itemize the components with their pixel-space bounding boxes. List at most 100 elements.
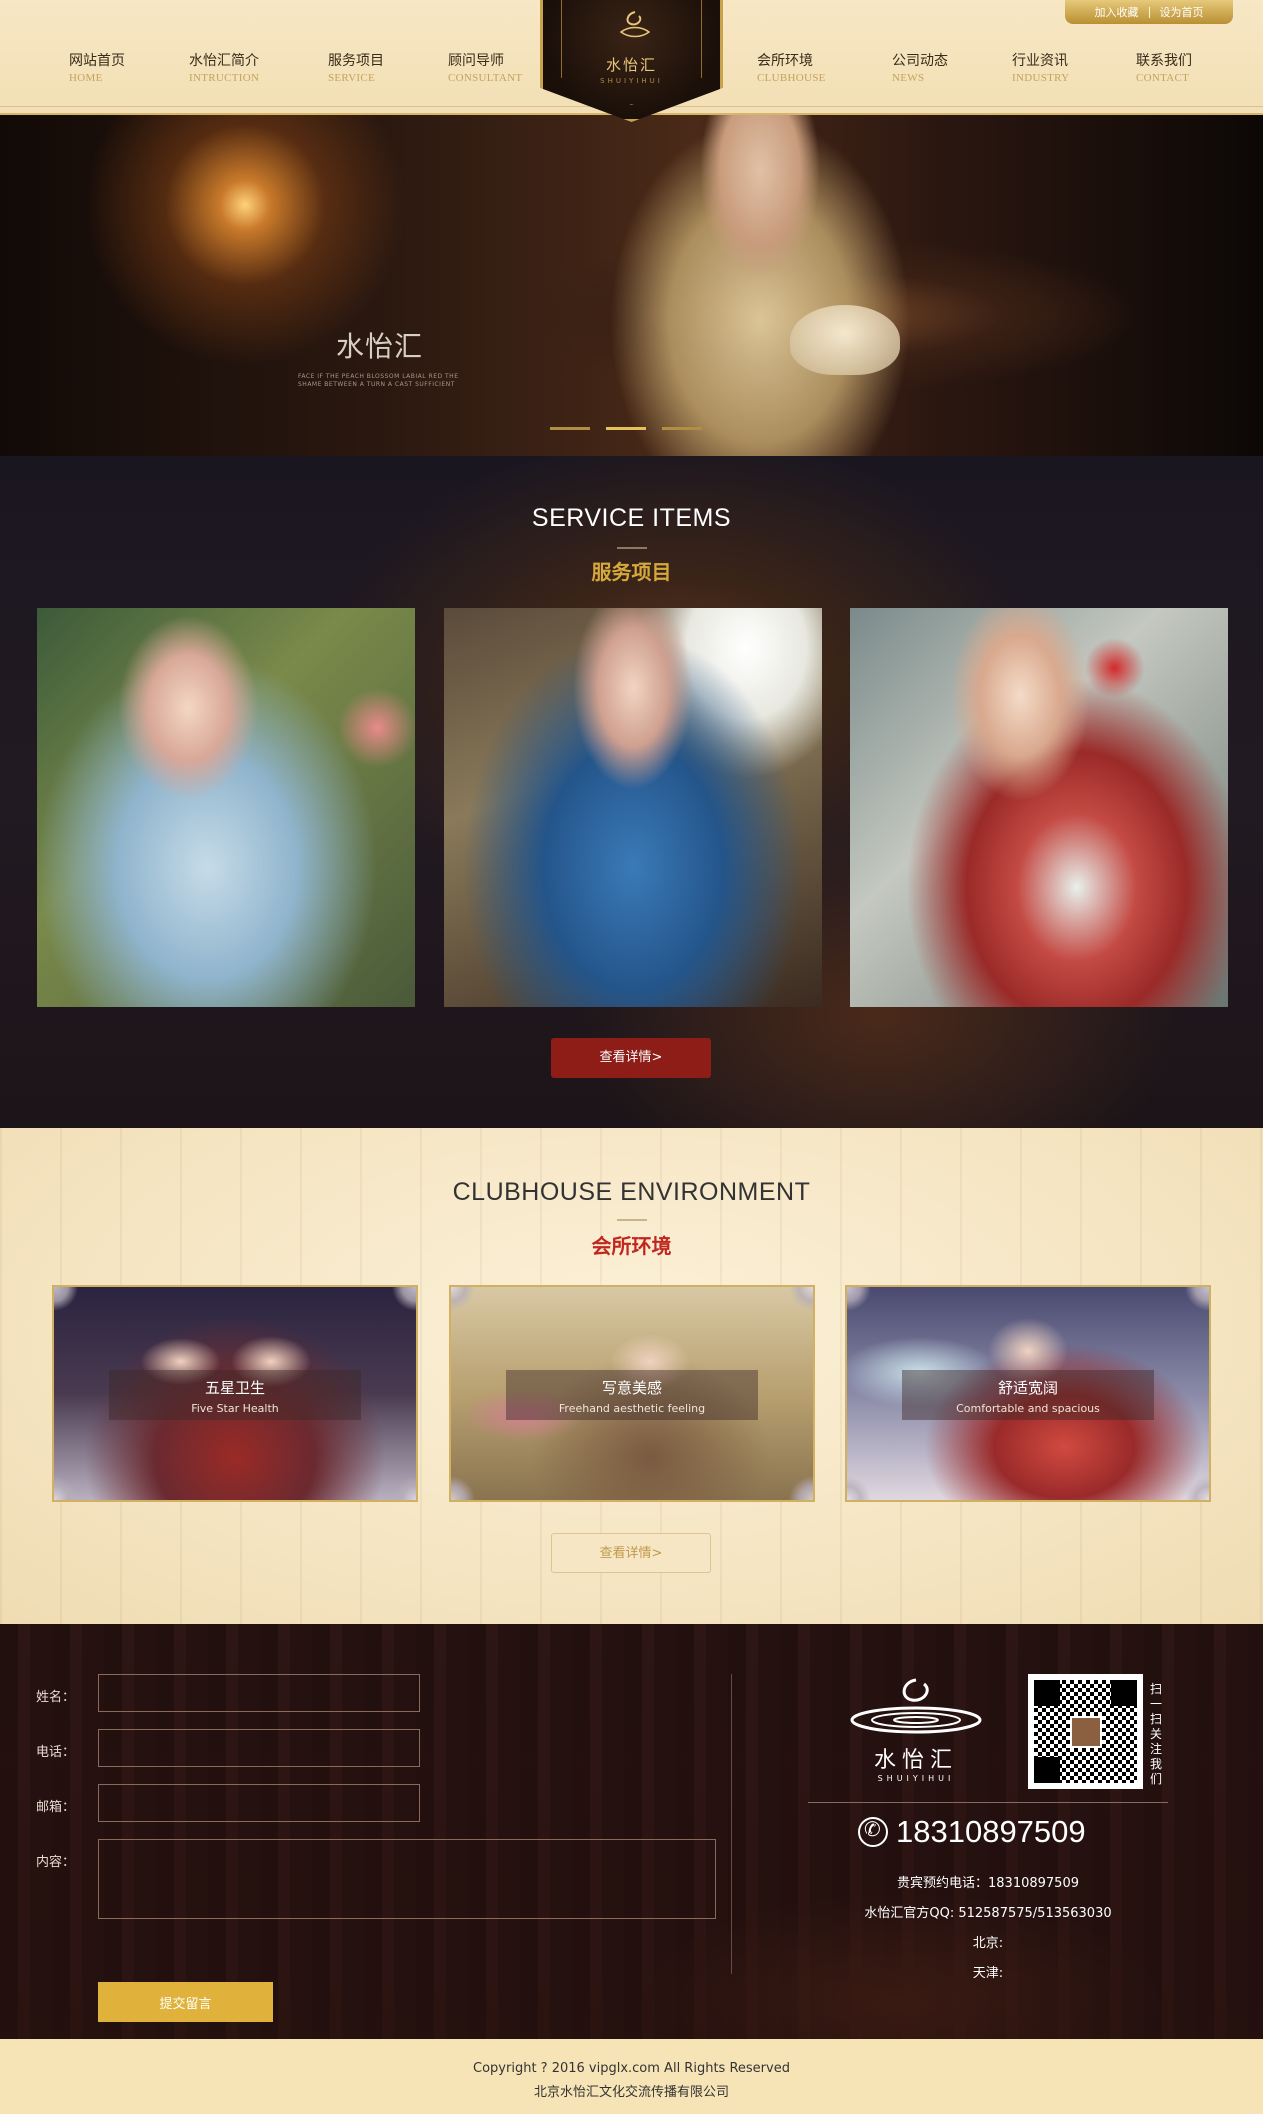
clubhouse-section: CLUBHOUSE ENVIRONMENT 会所环境 五星卫生 Five Sta…	[0, 1128, 1263, 1624]
nav-label-cn: 水怡汇简介	[189, 53, 259, 69]
nav-label-en: CONTACT	[1136, 72, 1190, 84]
company-name: 北京水怡汇文化交流传播有限公司	[533, 2085, 729, 2100]
logo-swirl-icon	[850, 1678, 982, 1734]
name-input[interactable]	[98, 1674, 420, 1712]
club-caption-sub: Five Star Health	[191, 1402, 279, 1415]
ornament-corner	[54, 1287, 88, 1321]
nav-label-en: SERVICE	[328, 72, 376, 84]
club-card[interactable]: 舒适宽阔 Comfortable and spacious	[845, 1285, 1211, 1502]
carousel-dot[interactable]	[662, 427, 702, 430]
ornament-corner	[779, 1466, 813, 1500]
submit-message-button[interactable]: 提交留言	[98, 1982, 273, 2022]
logo-name: 水怡汇	[605, 56, 657, 74]
tianjin-text: 天津:	[972, 1966, 1004, 1981]
phone-label: 电话：	[36, 1745, 76, 1760]
footer-logo-sub: SHUIYIHUI	[877, 1774, 955, 1783]
phone-number: 18310897509	[896, 1814, 1086, 1849]
carousel-indicators	[550, 427, 702, 430]
club-detail-button[interactable]: 查看详情>	[551, 1533, 711, 1573]
footer-logo: 水怡汇 SHUIYIHUI	[846, 1674, 986, 1789]
content-row: 内容：	[36, 1839, 716, 1919]
ornament-corner	[451, 1466, 485, 1500]
nav-label-en: HOME	[69, 72, 103, 84]
service-card[interactable]	[850, 608, 1228, 1007]
club-title-cn: 会所环境	[591, 1234, 672, 1258]
nav-item-clubhouse[interactable]: 会所环境 CLUBHOUSE	[757, 50, 877, 84]
topbar: 加入收藏 设为首页	[1065, 0, 1233, 24]
hero-title: 水怡汇	[336, 330, 424, 363]
hero-model-image	[600, 115, 920, 456]
logo-swirl-icon	[619, 11, 651, 38]
phone-row: 电话：	[36, 1729, 420, 1767]
carousel-dot[interactable]	[550, 427, 590, 430]
service-photo	[850, 608, 1228, 1007]
hero-subtitle: FACE IF THE PEACH BLOSSOM LABIAL RED THE…	[298, 373, 459, 388]
copyright-bar: Copyright ? 2016 vipglx.com All Rights R…	[0, 2039, 1263, 2114]
title-divider	[617, 1219, 647, 1221]
email-label: 邮箱：	[36, 1800, 76, 1815]
nav-item-intro[interactable]: 水怡汇简介 INTRUCTION	[189, 50, 309, 84]
ornament-corner	[779, 1287, 813, 1321]
nav-label-en: INTRUCTION	[189, 72, 260, 84]
club-title-en: CLUBHOUSE ENVIRONMENT	[452, 1178, 811, 1206]
ornament-corner	[1175, 1287, 1209, 1321]
email-row: 邮箱：	[36, 1784, 420, 1822]
phone-input[interactable]	[98, 1729, 420, 1767]
ornament-corner	[847, 1287, 881, 1321]
nav-item-home[interactable]: 网站首页 HOME	[69, 50, 189, 84]
ornament-corner	[382, 1466, 416, 1500]
nav-label-en: CLUBHOUSE	[757, 72, 826, 84]
nav-label-en: INDUSTRY	[1012, 72, 1070, 84]
qr-code	[1028, 1674, 1143, 1789]
service-card[interactable]	[444, 608, 822, 1007]
club-caption-title: 舒适宽阔	[997, 1379, 1058, 1397]
email-input[interactable]	[98, 1784, 420, 1822]
service-photo	[444, 608, 822, 1007]
qr-label: 扫一扫关注我们	[1150, 1682, 1163, 1786]
nav-label-cn: 行业资讯	[1012, 53, 1068, 69]
service-section: SERVICE ITEMS 服务项目 查看详情>	[0, 456, 1263, 1128]
service-title-en: SERVICE ITEMS	[531, 504, 732, 532]
service-detail-button[interactable]: 查看详情>	[551, 1038, 711, 1078]
nav-label-cn: 联系我们	[1136, 53, 1192, 69]
ornament-corner	[1175, 1466, 1209, 1500]
vertical-divider	[731, 1674, 732, 1974]
ornament-corner	[54, 1466, 88, 1500]
club-card[interactable]: 五星卫生 Five Star Health	[52, 1285, 418, 1502]
club-caption-title: 写意美感	[601, 1379, 662, 1397]
site-logo[interactable]: 水怡汇 SHUIYIHUI	[540, 0, 723, 122]
content-textarea[interactable]	[98, 1839, 716, 1919]
reserve-phone-text: 贵宾预约电话：18310897509	[897, 1876, 1079, 1891]
name-label: 姓名：	[36, 1690, 76, 1705]
topbar-divider	[1148, 6, 1150, 18]
footer-logo-name: 水怡汇	[873, 1748, 958, 1773]
beijing-text: 北京:	[972, 1936, 1004, 1951]
club-caption-sub: Comfortable and spacious	[956, 1402, 1100, 1415]
nav-label-cn: 服务项目	[328, 53, 384, 69]
ornament-corner	[847, 1466, 881, 1500]
hero-banner[interactable]: 水怡汇 FACE IF THE PEACH BLOSSOM LABIAL RED…	[0, 115, 1263, 456]
service-title-cn: 服务项目	[591, 560, 672, 584]
club-caption-title: 五星卫生	[204, 1379, 265, 1397]
logo-sub: SHUIYIHUI	[600, 77, 663, 85]
club-card[interactable]: 写意美感 Freehand aesthetic feeling	[449, 1285, 815, 1502]
qq-text: 水怡汇官方QQ: 512587575/513563030	[864, 1906, 1112, 1921]
nav-item-industry[interactable]: 行业资讯 INDUSTRY	[1012, 50, 1132, 84]
contact-section: 姓名： 电话： 邮箱： 内容： 提交留言 水怡汇 SHUIYIHUI 扫一扫关注…	[0, 1624, 1263, 2039]
content-label: 内容：	[36, 1855, 76, 1870]
info-divider	[808, 1802, 1168, 1803]
nav-label-cn: 会所环境	[757, 53, 813, 69]
ornament-corner	[382, 1287, 416, 1321]
phone-display: 18310897509	[858, 1814, 1086, 1850]
nav-item-news[interactable]: 公司动态 NEWS	[892, 50, 1012, 84]
set-homepage-link[interactable]: 设为首页	[1160, 4, 1204, 20]
add-favorite-link[interactable]: 加入收藏	[1095, 4, 1139, 20]
carousel-dot-active[interactable]	[606, 427, 646, 430]
nav-label-cn: 网站首页	[69, 53, 125, 69]
title-divider	[617, 547, 647, 549]
club-caption: 五星卫生 Five Star Health	[109, 1370, 361, 1420]
nav-item-service[interactable]: 服务项目 SERVICE	[328, 50, 448, 84]
nav-item-contact[interactable]: 联系我们 CONTACT	[1136, 50, 1256, 84]
service-card[interactable]	[37, 608, 415, 1007]
nav-label-cn: 公司动态	[892, 53, 948, 69]
